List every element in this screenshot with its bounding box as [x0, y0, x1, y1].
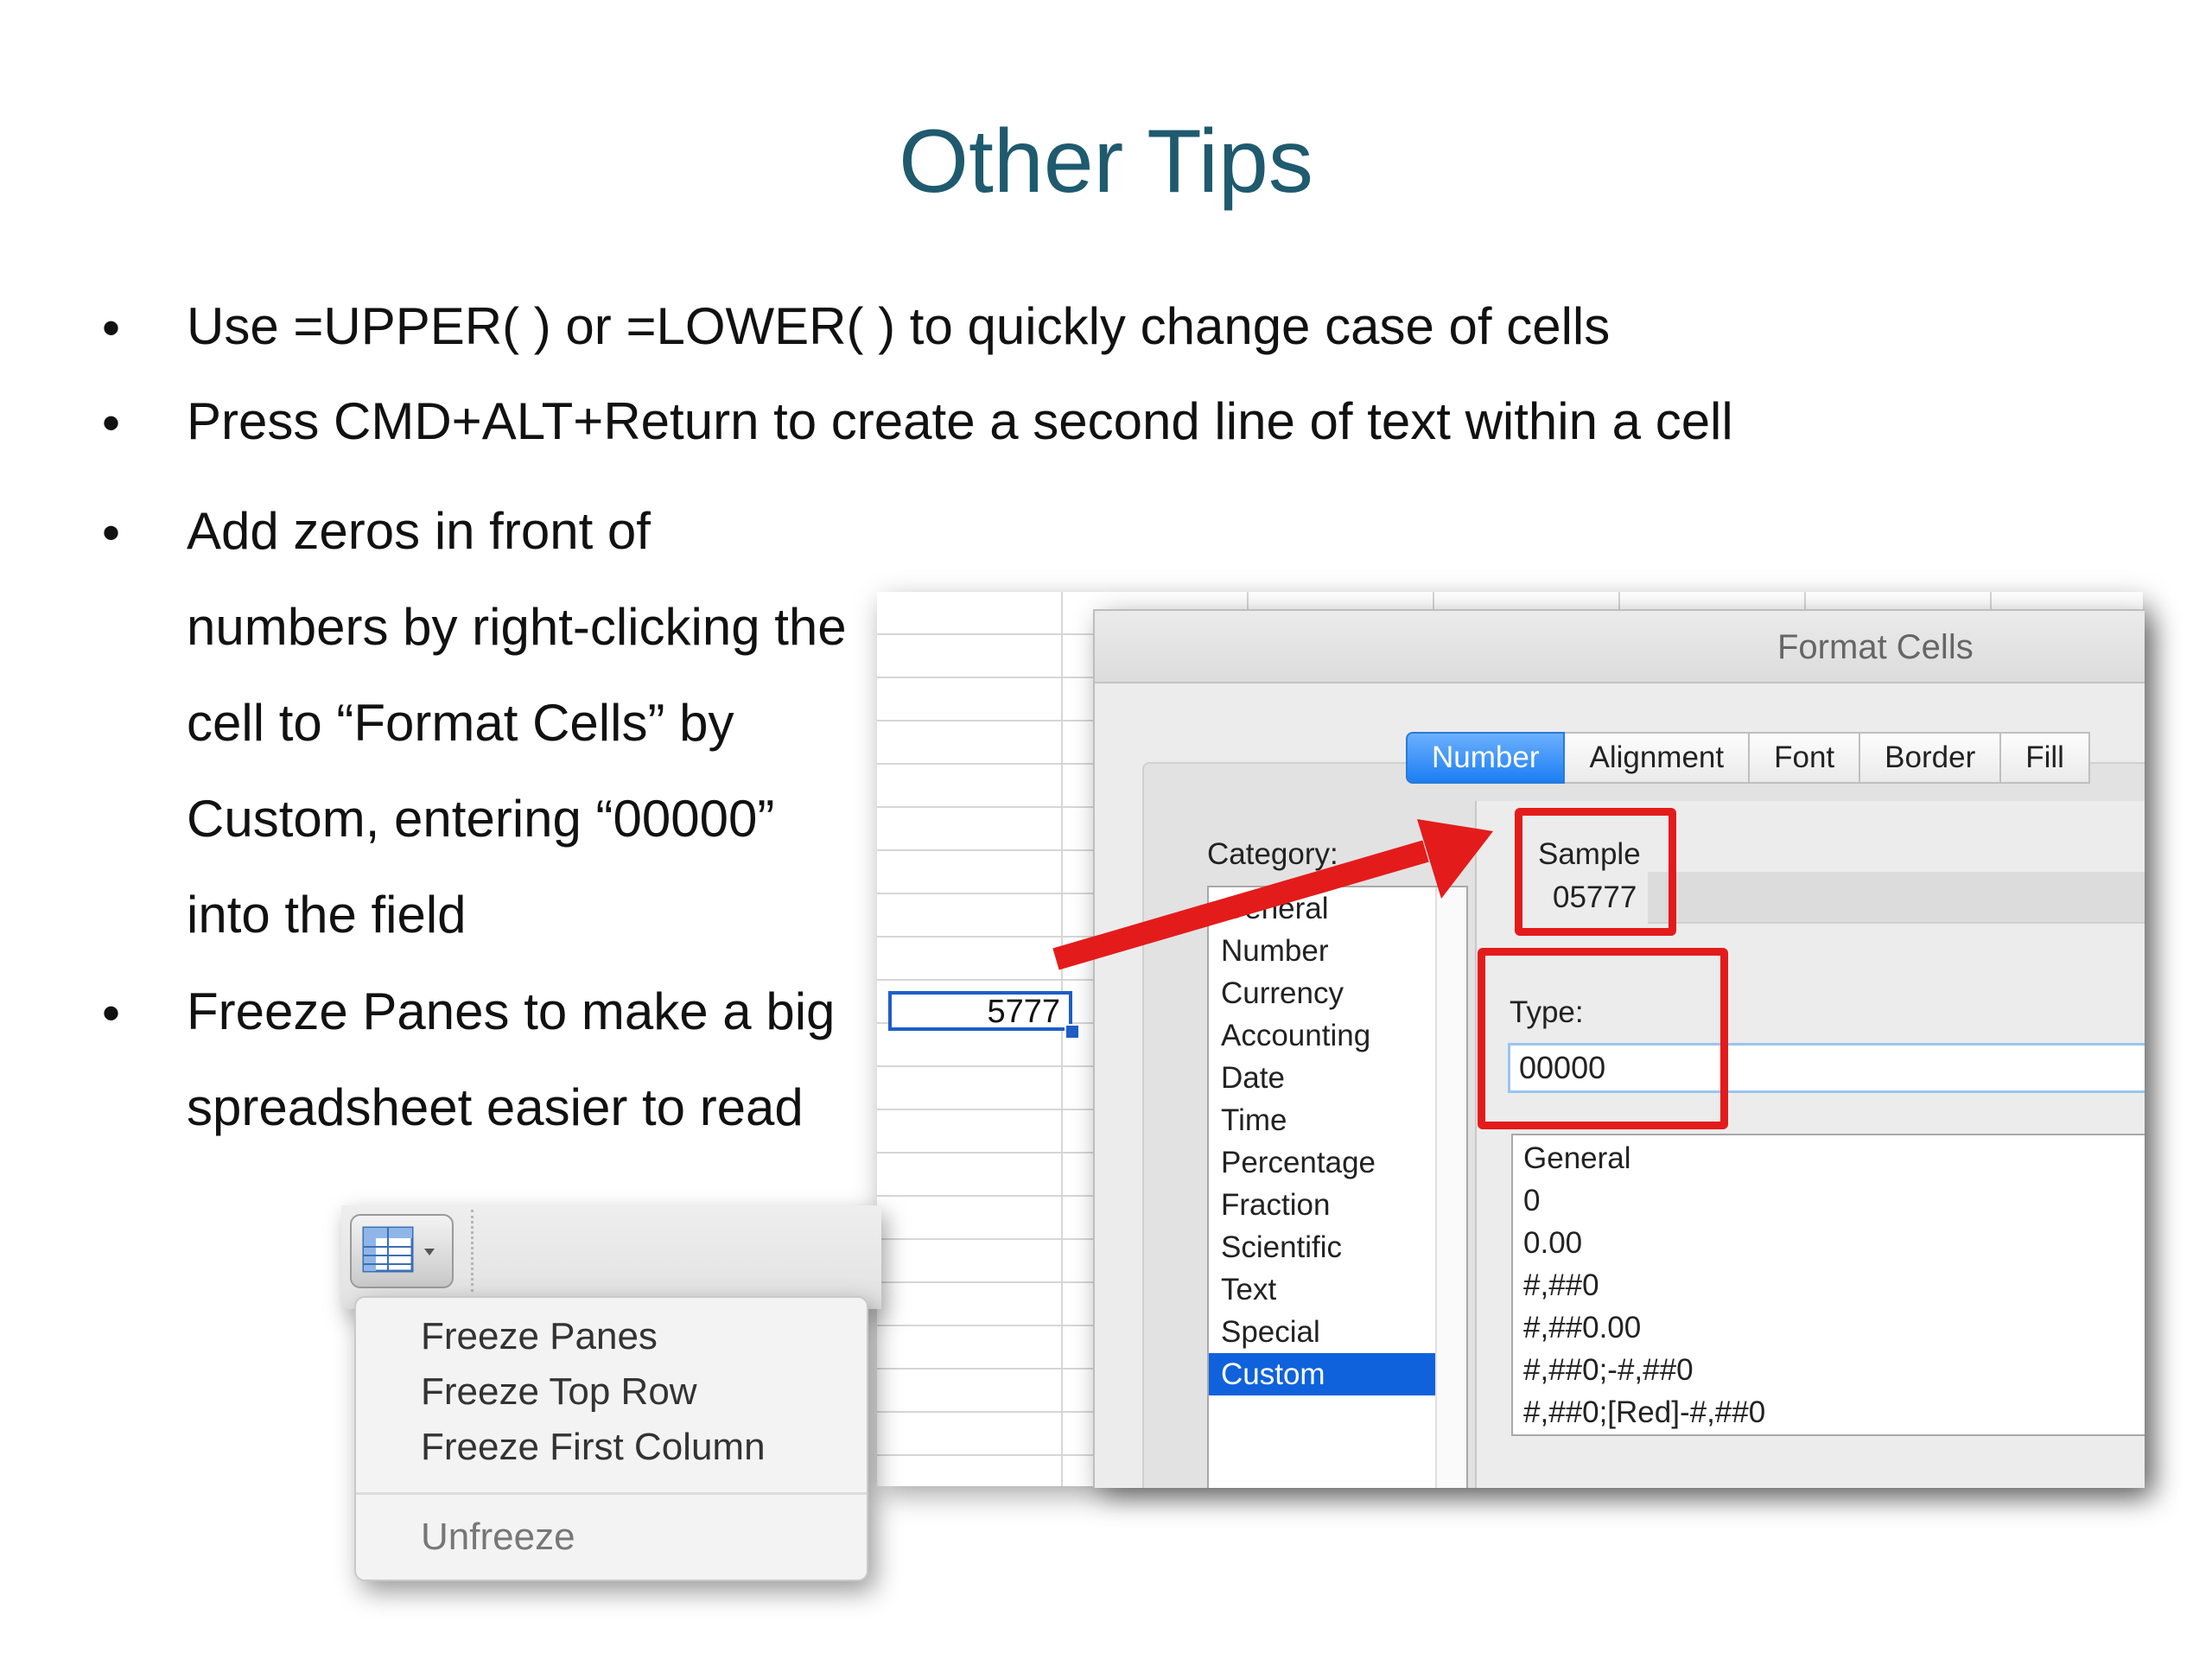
menu-item-freeze-top-row[interactable]: Freeze Top Row — [421, 1370, 697, 1414]
tab-alignment[interactable]: Alignment — [1565, 732, 1751, 784]
format-type-item[interactable]: #,##0.00 — [1513, 1306, 2145, 1349]
menu-item-freeze-first-column[interactable]: Freeze First Column — [421, 1426, 766, 1469]
selected-cell[interactable]: 5777 — [888, 991, 1072, 1031]
bullet-text: Add zeros in front of — [187, 502, 651, 560]
category-item[interactable]: Special — [1209, 1311, 1466, 1353]
tab-number[interactable]: Number — [1406, 732, 1566, 784]
format-type-item[interactable]: 0 — [1513, 1179, 2145, 1222]
bullet-text: into the field — [187, 886, 467, 944]
tab-fill[interactable]: Fill — [2001, 732, 2090, 784]
bullet-text: numbers by right-clicking the — [187, 598, 847, 656]
toolbar-separator — [471, 1210, 474, 1292]
freeze-menu: Freeze Panes Freeze Top Row Freeze First… — [354, 1296, 868, 1581]
format-type-item[interactable]: #,##0 — [1513, 1264, 2145, 1306]
category-item[interactable]: Accounting — [1209, 1014, 1466, 1057]
category-item[interactable]: Scientific — [1209, 1226, 1466, 1268]
format-type-list[interactable]: General 0 0.00 #,##0 #,##0.00 #,##0;-#,#… — [1511, 1134, 2145, 1436]
category-item-custom[interactable]: Custom — [1209, 1353, 1466, 1395]
category-list[interactable]: General Number Currency Accounting Date … — [1207, 886, 1468, 1488]
bullet-text: Press CMD+ALT+Return to create a second … — [187, 392, 1733, 450]
tab-border[interactable]: Border — [1860, 732, 2002, 784]
bullet-dot: • — [102, 984, 121, 1042]
format-type-item[interactable]: #,##0;[Red]-#,##0 — [1513, 1391, 2145, 1433]
category-item[interactable]: General — [1209, 887, 1466, 930]
sample-strip — [1648, 872, 2145, 924]
dialog-title: Format Cells — [1777, 628, 1974, 666]
menu-item-freeze-panes[interactable]: Freeze Panes — [421, 1315, 658, 1358]
category-item[interactable]: Time — [1209, 1099, 1466, 1141]
freeze-panes-icon — [362, 1226, 435, 1273]
category-item[interactable]: Fraction — [1209, 1184, 1466, 1226]
format-type-item[interactable]: General — [1513, 1137, 2145, 1179]
type-highlight-box — [1478, 948, 1728, 1129]
freeze-panes-button[interactable] — [350, 1214, 454, 1288]
category-item[interactable]: Date — [1209, 1057, 1466, 1099]
bullet-text: cell to “Format Cells” by — [187, 694, 734, 752]
slide-title: Other Tips — [899, 111, 1313, 212]
category-item[interactable]: Number — [1209, 930, 1466, 972]
bullet-text: spreadsheet easier to read — [187, 1078, 804, 1136]
category-label: Category: — [1207, 837, 1338, 871]
bullet-dot: • — [102, 299, 121, 357]
tab-bar: Number Alignment Font Border Fill — [1406, 732, 2090, 784]
fill-handle[interactable] — [1065, 1024, 1080, 1039]
category-item[interactable]: Currency — [1209, 972, 1466, 1014]
tab-font[interactable]: Font — [1750, 732, 1861, 784]
bullet-dot: • — [102, 504, 121, 562]
menu-item-unfreeze: Unfreeze — [421, 1516, 575, 1558]
menu-divider — [356, 1492, 867, 1495]
format-type-item[interactable]: 0.00 — [1513, 1222, 2145, 1264]
category-scrollbar[interactable] — [1435, 887, 1466, 1488]
category-item[interactable]: Percentage — [1209, 1141, 1466, 1184]
format-type-item[interactable]: #,##0;-#,##0 — [1513, 1349, 2145, 1391]
bullet-dot: • — [102, 394, 121, 452]
bullet-text: Freeze Panes to make a big — [187, 982, 836, 1040]
sample-highlight-box — [1515, 808, 1676, 936]
category-item[interactable]: Text — [1209, 1268, 1466, 1311]
bullet-text: Use =UPPER( ) or =LOWER( ) to quickly ch… — [187, 297, 1611, 355]
bullet-text: Custom, entering “00000” — [187, 790, 775, 848]
dialog-titlebar[interactable]: Format Cells — [1095, 611, 2145, 683]
